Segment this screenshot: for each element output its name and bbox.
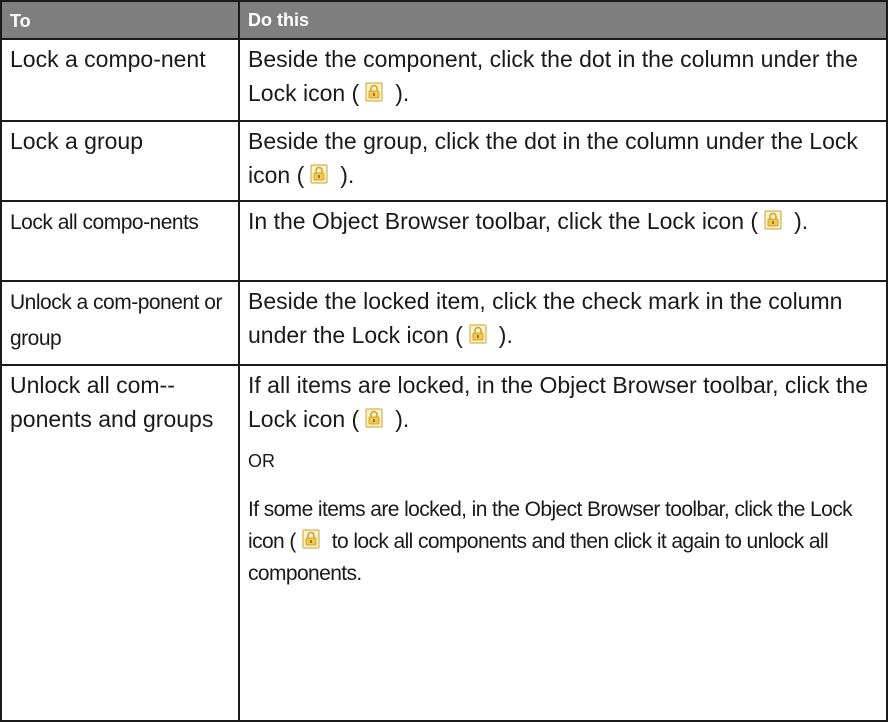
row-instruction: In the Object Browser toolbar, click the… bbox=[238, 200, 888, 282]
row-action: Lock a group bbox=[0, 120, 240, 202]
row-instruction: Beside the locked item, click the check … bbox=[238, 280, 888, 366]
row-action: Unlock all com-­ponents and groups bbox=[0, 364, 240, 722]
instruction-part: to lock all components and then click it… bbox=[248, 530, 829, 585]
lock-icon bbox=[764, 210, 782, 230]
table-row: Lock all compo-­nents In the Object Brow… bbox=[0, 200, 888, 282]
instruction-part: ). bbox=[498, 322, 513, 348]
row-instruction: Beside the group, click the dot in the c… bbox=[238, 120, 888, 202]
or-separator: OR bbox=[248, 451, 275, 471]
table-row: Unlock all com-­ponents and groups If al… bbox=[0, 364, 888, 722]
action-text: Unlock all com-­ponents and groups bbox=[10, 372, 214, 432]
instruction-part: Beside the locked item, click the check … bbox=[248, 288, 843, 348]
instruction-part: Beside the component, click the dot in t… bbox=[248, 46, 858, 106]
table-row: Lock a group Beside the group, click the… bbox=[0, 120, 888, 202]
instruction-text: Beside the locked item, click the check … bbox=[248, 284, 878, 352]
header-to: To bbox=[0, 0, 240, 40]
instruction-part: If all items are locked, in the Object B… bbox=[248, 372, 868, 432]
header-do-this: Do this bbox=[238, 0, 888, 40]
instruction-part: ). bbox=[395, 80, 410, 106]
row-instruction: Beside the component, click the dot in t… bbox=[238, 38, 888, 122]
action-text: Lock all compo-­nents bbox=[10, 211, 199, 234]
instruction-text: In the Object Browser toolbar, click the… bbox=[248, 204, 878, 238]
action-text: Lock a compo-­nent bbox=[10, 46, 206, 72]
instruction-part: ). bbox=[395, 406, 410, 432]
instruction-part: ). bbox=[340, 162, 355, 188]
row-action: Lock all compo-­nents bbox=[0, 200, 240, 282]
lock-icon bbox=[302, 529, 320, 549]
row-action: Unlock a com-­ponent or group bbox=[0, 280, 240, 366]
instruction-text: Beside the group, click the dot in the c… bbox=[248, 124, 878, 192]
lock-icon bbox=[469, 324, 487, 344]
table-row: Unlock a com-­ponent or group Beside the… bbox=[0, 280, 888, 366]
instruction-text: Beside the component, click the dot in t… bbox=[248, 42, 878, 110]
lock-icon bbox=[365, 408, 383, 428]
instructions-table: To Do this Lock a compo-­nent Beside the… bbox=[0, 0, 888, 722]
action-text: Lock a group bbox=[10, 128, 143, 154]
lock-icon bbox=[310, 164, 328, 184]
instruction-text: If all items are locked, in the Object B… bbox=[248, 368, 878, 436]
action-text: Unlock a com-­ponent or group bbox=[10, 291, 222, 350]
row-action: Lock a compo-­nent bbox=[0, 38, 240, 122]
lock-icon bbox=[365, 82, 383, 102]
instruction-text: If some items are locked, in the Object … bbox=[248, 494, 878, 590]
instruction-part: In the Object Browser toolbar, click the… bbox=[248, 208, 759, 234]
table-header-row: To Do this bbox=[0, 0, 888, 40]
table-row: Lock a compo-­nent Beside the component,… bbox=[0, 38, 888, 122]
row-instruction: If all items are locked, in the Object B… bbox=[238, 364, 888, 722]
instruction-part: ). bbox=[794, 208, 809, 234]
